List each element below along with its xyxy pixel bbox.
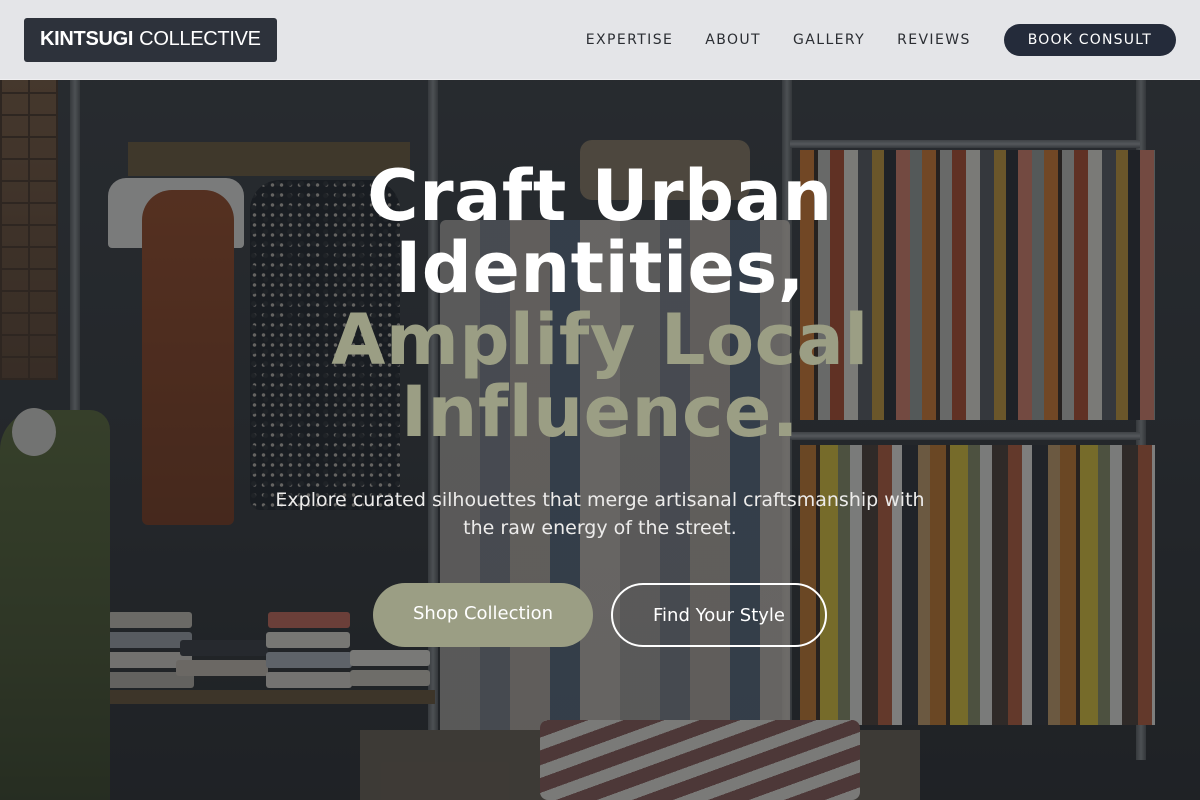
nav-item-gallery[interactable]: GALLERY	[793, 32, 865, 48]
brand-logo[interactable]: KINTSUGI COLLECTIVE	[24, 17, 277, 62]
hero-cta-row: Shop Collection Find Your Style	[0, 583, 1200, 647]
nav-item-about[interactable]: ABOUT	[705, 32, 761, 48]
book-consult-button[interactable]: BOOK CONSULT	[1003, 23, 1176, 56]
brand-name-strong: KINTSUGI	[40, 28, 134, 50]
headline-line-2: Identities,	[395, 227, 805, 309]
nav-item-expertise[interactable]: EXPERTISE	[586, 32, 673, 48]
find-your-style-button[interactable]: Find Your Style	[611, 583, 827, 647]
hero-subtitle: Explore curated silhouettes that merge a…	[275, 489, 925, 539]
headline-line-3: Amplify Local	[331, 299, 869, 381]
hero-section: Craft Urban Identities, Amplify Local In…	[0, 160, 1200, 647]
site-header: KINTSUGI COLLECTIVE EXPERTISE ABOUT GALL…	[0, 0, 1200, 80]
nav-item-reviews[interactable]: REVIEWS	[897, 32, 971, 48]
hero-headline: Craft Urban Identities, Amplify Local In…	[0, 160, 1200, 448]
main-nav: EXPERTISE ABOUT GALLERY REVIEWS	[586, 32, 971, 48]
headline-line-4: Influence.	[400, 371, 800, 453]
headline-line-1: Craft Urban	[367, 155, 833, 237]
brand-name-light: COLLECTIVE	[139, 28, 261, 50]
shop-collection-button[interactable]: Shop Collection	[373, 583, 593, 647]
